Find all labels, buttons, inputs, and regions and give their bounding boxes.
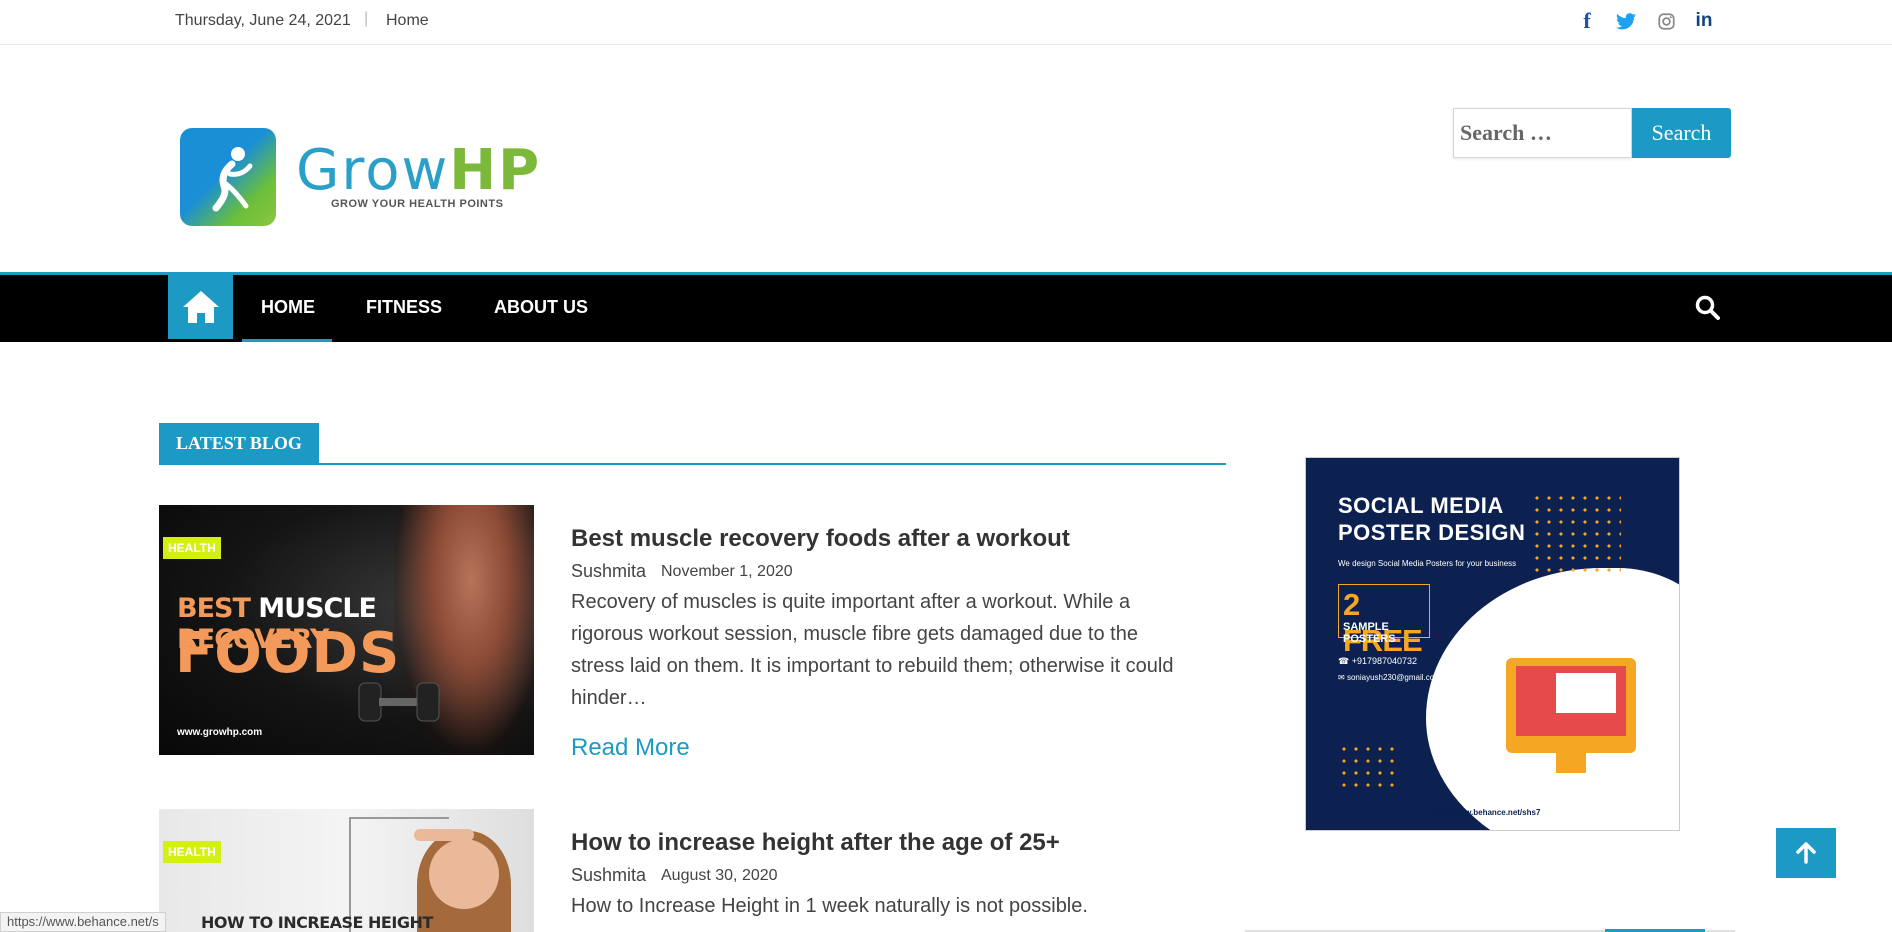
sidebar-ad-banner[interactable]: SOCIAL MEDIA POSTER DESIGN We design Soc… bbox=[1305, 457, 1680, 831]
search-button[interactable]: Search bbox=[1632, 108, 1731, 158]
nav-item-fitness[interactable]: FITNESS bbox=[366, 297, 442, 318]
nav-home-button[interactable] bbox=[168, 275, 233, 339]
post-image-arm bbox=[414, 829, 474, 841]
linkedin-icon[interactable]: in bbox=[1693, 10, 1715, 32]
facebook-icon[interactable]: f bbox=[1576, 8, 1598, 33]
latest-blog-heading: LATEST BLOG bbox=[159, 423, 1226, 465]
site-logo[interactable]: GrowHP GROW YOUR HEALTH POINTS bbox=[180, 124, 539, 230]
post-image-foods: FOODS bbox=[175, 621, 401, 686]
post-image-url: www.growhp.com bbox=[177, 727, 263, 738]
home-icon bbox=[182, 291, 219, 323]
post-excerpt: Recovery of muscles is quite important a… bbox=[571, 591, 1174, 709]
topbar-separator: | bbox=[364, 10, 369, 27]
post-image-headline: HOW TO INCREASE HEIGHT bbox=[201, 913, 433, 932]
arrow-up-icon bbox=[1796, 842, 1816, 864]
logo-mark-icon bbox=[180, 128, 276, 226]
post-author[interactable]: Sushmita bbox=[571, 865, 646, 886]
post-thumbnail[interactable]: HEALTH HOW TO INCREASE HEIGHT bbox=[159, 809, 534, 932]
logo-word-hp: HP bbox=[449, 138, 542, 203]
post-author[interactable]: Sushmita bbox=[571, 561, 646, 582]
ad-subtitle: We design Social Media Posters for your … bbox=[1338, 559, 1517, 568]
top-bar: Thursday, June 24, 2021 | Home f in bbox=[0, 0, 1892, 45]
logo-tagline: GROW YOUR HEALTH POINTS bbox=[331, 198, 504, 210]
ad-url: https://www.behance.net/shs7 bbox=[1426, 808, 1541, 817]
topbar-home-link[interactable]: Home bbox=[386, 12, 429, 30]
ad-free-label: SAMPLE POSTERS bbox=[1343, 621, 1396, 645]
ad-monitor-stand bbox=[1556, 753, 1586, 773]
ad-title-line1: SOCIAL MEDIA bbox=[1338, 493, 1504, 518]
post-image-headline-b: MUSCLE bbox=[258, 593, 377, 624]
ad-dots-decoration bbox=[1338, 743, 1398, 793]
section-title: LATEST BLOG bbox=[159, 423, 319, 463]
ad-title-line2: POSTER DESIGN bbox=[1338, 520, 1526, 545]
ad-phone: ☎ +917987040732 bbox=[1338, 656, 1418, 666]
ad-dots-decoration bbox=[1531, 492, 1621, 572]
post-image-face bbox=[429, 839, 499, 909]
post-excerpt: How to Increase Height in 1 week natural… bbox=[571, 895, 1088, 917]
post-title[interactable]: How to increase height after the age of … bbox=[571, 829, 1060, 857]
browser-status-url: https://www.behance.net/s bbox=[0, 912, 166, 932]
ad-free-offer: 2 FREE SAMPLE POSTERS bbox=[1338, 584, 1430, 658]
search-input[interactable] bbox=[1453, 108, 1632, 158]
twitter-icon[interactable] bbox=[1615, 10, 1637, 32]
ad-phone-number: +917987040732 bbox=[1351, 656, 1418, 666]
ad-title: SOCIAL MEDIA POSTER DESIGN bbox=[1338, 492, 1525, 546]
post-date[interactable]: November 1, 2020 bbox=[661, 563, 793, 581]
nav-item-about-us[interactable]: ABOUT US bbox=[494, 297, 588, 318]
post-image-headline-a: BEST bbox=[177, 593, 259, 624]
post-date[interactable]: August 30, 2020 bbox=[661, 867, 778, 885]
post-title[interactable]: Best muscle recovery foods after a worko… bbox=[571, 525, 1070, 553]
read-more-link[interactable]: Read More bbox=[571, 734, 690, 762]
ad-screen-panel bbox=[1556, 673, 1616, 713]
logo-wordmark: GrowHP bbox=[296, 138, 541, 203]
logo-word-grow: Grow bbox=[296, 138, 450, 203]
main-navigation: HOME FITNESS ABOUT US bbox=[0, 272, 1892, 342]
post-thumbnail[interactable]: HEALTH BEST MUSCLE RECOVERY FOODS www.gr… bbox=[159, 505, 534, 755]
category-badge[interactable]: HEALTH bbox=[163, 841, 221, 863]
back-to-top-button[interactable] bbox=[1776, 828, 1836, 878]
ad-email-address: soniayush230@gmail.com bbox=[1346, 673, 1441, 682]
nav-item-home[interactable]: HOME bbox=[261, 297, 315, 318]
nav-active-indicator bbox=[242, 339, 332, 342]
instagram-icon[interactable] bbox=[1655, 10, 1677, 32]
post-image-frame-top bbox=[349, 817, 449, 819]
category-badge[interactable]: HEALTH bbox=[163, 537, 221, 559]
current-date: Thursday, June 24, 2021 bbox=[175, 12, 351, 29]
ad-email: ✉ soniayush230@gmail.com bbox=[1338, 673, 1441, 682]
search-icon[interactable] bbox=[1695, 295, 1721, 321]
